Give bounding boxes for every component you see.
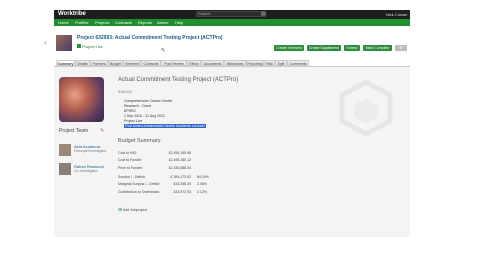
cube-watermark-icon xyxy=(339,79,393,137)
budget-percent: 84.19% xyxy=(197,175,209,179)
search-placeholder: Search xyxy=(198,11,211,16)
tab-ethics[interactable]: Ethics xyxy=(187,60,201,66)
info-line: Comprehensive Cancer Centre xyxy=(124,99,173,103)
team-member-role: Co-Investigator xyxy=(74,169,98,173)
budget-label: Cost to Funder: xyxy=(118,158,143,162)
info-line: Research - Grant xyxy=(124,104,151,108)
mouse-cursor-icon: ↖ xyxy=(161,48,167,54)
budget-label: Contribution to Overheads: xyxy=(118,190,160,194)
extend-button[interactable]: Extend xyxy=(344,45,360,51)
tab-reporting[interactable]: Reporting xyxy=(246,60,264,66)
tab-virement[interactable]: Virement xyxy=(123,60,141,66)
budget-value: £2,495,180.12 xyxy=(168,158,191,162)
app-logo[interactable]: Worktribe xyxy=(58,11,86,17)
tab-post-review[interactable]: Post Review xyxy=(161,60,187,66)
add-icon[interactable]: ⊕ xyxy=(118,207,122,213)
team-member-role: Principal Investigator xyxy=(74,149,107,153)
tab-milestones[interactable]: Milestones xyxy=(224,60,246,66)
create-supplement-button[interactable]: Create Supplement xyxy=(307,45,341,51)
selected-text[interactable]: Post Award Administrator Noelle Academic… xyxy=(124,124,206,128)
project-status: Project Live xyxy=(82,44,103,49)
budget-summary-heading: Budget Summary xyxy=(118,138,161,144)
tab-risk[interactable]: Risk xyxy=(264,60,275,66)
page-title: Actual Commitment Testing Project (ACTPr… xyxy=(118,77,239,83)
nav-reports[interactable]: Reports xyxy=(138,20,152,25)
tab-split[interactable]: Split xyxy=(275,60,287,66)
project-code: S100116 xyxy=(118,90,132,94)
nav-home[interactable]: Home xyxy=(58,20,69,25)
search-icon[interactable]: ▤ xyxy=(261,11,266,17)
project-title: Project 632993: Actual Commitment Testin… xyxy=(77,35,223,41)
user-name[interactable]: Nick Cowan xyxy=(386,12,407,17)
gear-icon[interactable]: ⚙ xyxy=(395,45,407,51)
create-virement-button[interactable]: Create Virement xyxy=(274,45,304,51)
budget-label: Marginal Surplus / - Deficit: xyxy=(118,182,161,186)
budget-value: £2,150,688.04 xyxy=(168,166,191,170)
project-image xyxy=(59,77,104,122)
status-icon xyxy=(77,44,81,48)
project-team-heading: Project Team xyxy=(59,128,89,134)
budget-value: -£ 394,473.52 xyxy=(169,175,191,179)
budget-label: Surplus / - Deficit: xyxy=(118,175,146,179)
budget-label: Cost to HEI: xyxy=(118,151,137,155)
mark-complete-button[interactable]: Mark Complete xyxy=(363,45,392,51)
avatar xyxy=(59,163,71,175)
nav-projects[interactable]: Projects xyxy=(95,20,109,25)
tab-comments[interactable]: Comments xyxy=(287,60,309,66)
info-line: 1 Sep 2016 - 31 Aug 2022 xyxy=(124,114,165,118)
tab-contracts[interactable]: Contracts xyxy=(141,60,161,66)
nav-help[interactable]: Help xyxy=(175,20,183,25)
budget-label: Price to Funder: xyxy=(118,166,143,170)
avatar xyxy=(59,144,71,156)
tab-partners[interactable]: Partners xyxy=(90,60,108,66)
tab-budget[interactable]: Budget xyxy=(108,60,123,66)
budget-value: £43,268.26 xyxy=(173,182,191,186)
nav-admin[interactable]: Admin xyxy=(157,20,168,25)
edit-icon[interactable]: ✎ xyxy=(100,128,104,134)
nav-profiles[interactable]: Profiles xyxy=(75,20,88,25)
tab-summary[interactable]: Summary xyxy=(56,60,75,66)
back-arrow-icon[interactable]: ‹ xyxy=(44,38,47,47)
budget-value: £2,495,165.56 xyxy=(168,151,191,155)
add-subproject-link[interactable]: Add Subproject xyxy=(123,208,147,212)
info-line: EPSRC xyxy=(124,109,137,113)
budget-value: £43,572.93 xyxy=(173,190,191,194)
info-line: Project Live xyxy=(124,119,143,123)
tab-details[interactable]: Details xyxy=(75,60,90,66)
tab-documents[interactable]: Documents xyxy=(201,60,224,66)
budget-percent: 2.06% xyxy=(197,182,207,186)
budget-percent: 2.12% xyxy=(197,190,207,194)
nav-contracts[interactable]: Contracts xyxy=(115,20,132,25)
project-thumbnail xyxy=(56,35,72,51)
